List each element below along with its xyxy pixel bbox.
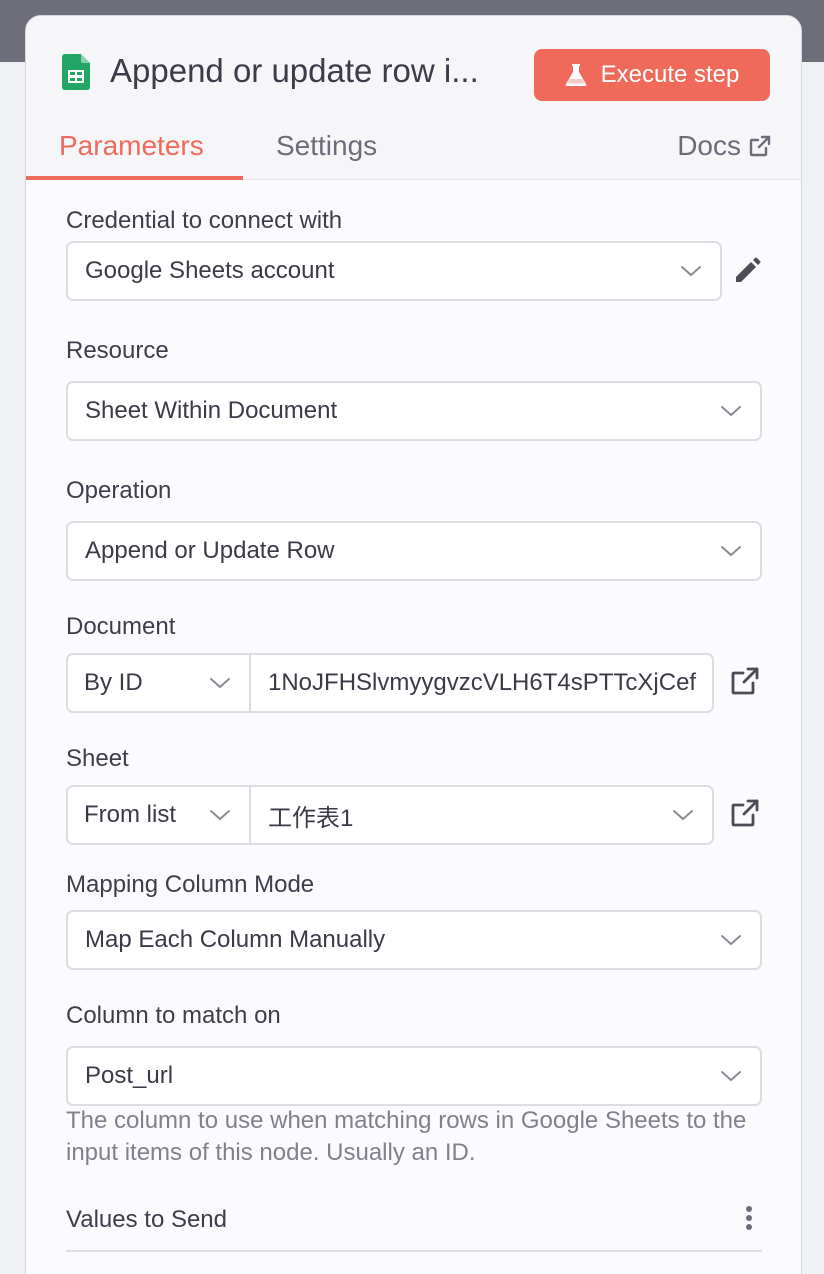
operation-select[interactable]: Append or Update Row bbox=[66, 521, 762, 581]
execute-step-button[interactable]: Execute step bbox=[534, 49, 770, 101]
credential-value: Google Sheets account bbox=[85, 257, 335, 284]
resource-select[interactable]: Sheet Within Document bbox=[66, 381, 762, 441]
flask-icon bbox=[565, 64, 586, 86]
chevron-down-icon bbox=[673, 810, 693, 821]
chevron-down-icon bbox=[721, 935, 741, 946]
values-to-send-label: Values to Send bbox=[66, 1206, 228, 1233]
execute-step-label: Execute step bbox=[600, 61, 740, 88]
node-title[interactable]: Append or update row i... bbox=[110, 52, 479, 90]
chevron-down-icon bbox=[721, 1071, 741, 1082]
external-link-icon bbox=[749, 135, 771, 157]
docs-link[interactable]: Docs bbox=[677, 130, 771, 162]
mapping-mode-label: Mapping Column Mode bbox=[66, 871, 315, 898]
tab-settings[interactable]: Settings bbox=[276, 130, 377, 162]
resource-value: Sheet Within Document bbox=[85, 397, 338, 424]
sheet-label: Sheet bbox=[66, 745, 129, 772]
credential-select[interactable]: Google Sheets account bbox=[66, 241, 722, 301]
match-column-select[interactable]: Post_url bbox=[66, 1046, 762, 1106]
match-column-value: Post_url bbox=[85, 1062, 174, 1089]
match-column-hint: The column to use when matching rows in … bbox=[66, 1107, 747, 1166]
mapping-mode-select[interactable]: Map Each Column Manually bbox=[66, 910, 762, 970]
document-locator: By ID 1NoJFHSlvmyygvzcVLH6T4sPTTcXjCef bbox=[66, 653, 714, 713]
operation-value: Append or Update Row bbox=[85, 537, 335, 564]
node-details-panel: Append or update row i... Execute step P… bbox=[25, 15, 802, 1274]
external-link-icon[interactable] bbox=[730, 798, 760, 828]
panel-header: Append or update row i... Execute step P… bbox=[26, 16, 801, 180]
chevron-down-icon bbox=[210, 678, 230, 689]
sheet-locator: From list 工作表1 bbox=[66, 785, 714, 845]
section-divider bbox=[66, 1250, 762, 1252]
chevron-down-icon bbox=[681, 266, 701, 277]
chevron-down-icon bbox=[721, 406, 741, 417]
pencil-edit-icon[interactable] bbox=[732, 256, 762, 286]
active-tab-indicator bbox=[26, 176, 243, 180]
resource-label: Resource bbox=[66, 337, 169, 364]
document-label: Document bbox=[66, 613, 176, 640]
document-mode-select[interactable]: By ID bbox=[68, 655, 251, 711]
tab-parameters[interactable]: Parameters bbox=[59, 130, 204, 162]
chevron-down-icon bbox=[721, 546, 741, 557]
chevron-down-icon bbox=[210, 810, 230, 821]
sheet-select[interactable]: 工作表1 bbox=[251, 787, 712, 843]
sheet-value: 工作表1 bbox=[268, 804, 354, 832]
docs-label: Docs bbox=[677, 130, 741, 161]
document-id-input[interactable]: 1NoJFHSlvmyygvzcVLH6T4sPTTcXjCef bbox=[251, 655, 712, 711]
more-options-icon[interactable] bbox=[742, 1204, 756, 1232]
operation-label: Operation bbox=[66, 477, 172, 504]
sheet-mode-value: From list bbox=[84, 801, 176, 828]
external-link-icon[interactable] bbox=[730, 666, 760, 696]
credential-label: Credential to connect with bbox=[66, 207, 343, 234]
mapping-mode-value: Map Each Column Manually bbox=[85, 926, 386, 953]
match-column-label: Column to match on bbox=[66, 1002, 281, 1029]
document-mode-value: By ID bbox=[84, 669, 143, 696]
google-sheets-icon bbox=[62, 54, 90, 90]
sheet-mode-select[interactable]: From list bbox=[68, 787, 251, 843]
